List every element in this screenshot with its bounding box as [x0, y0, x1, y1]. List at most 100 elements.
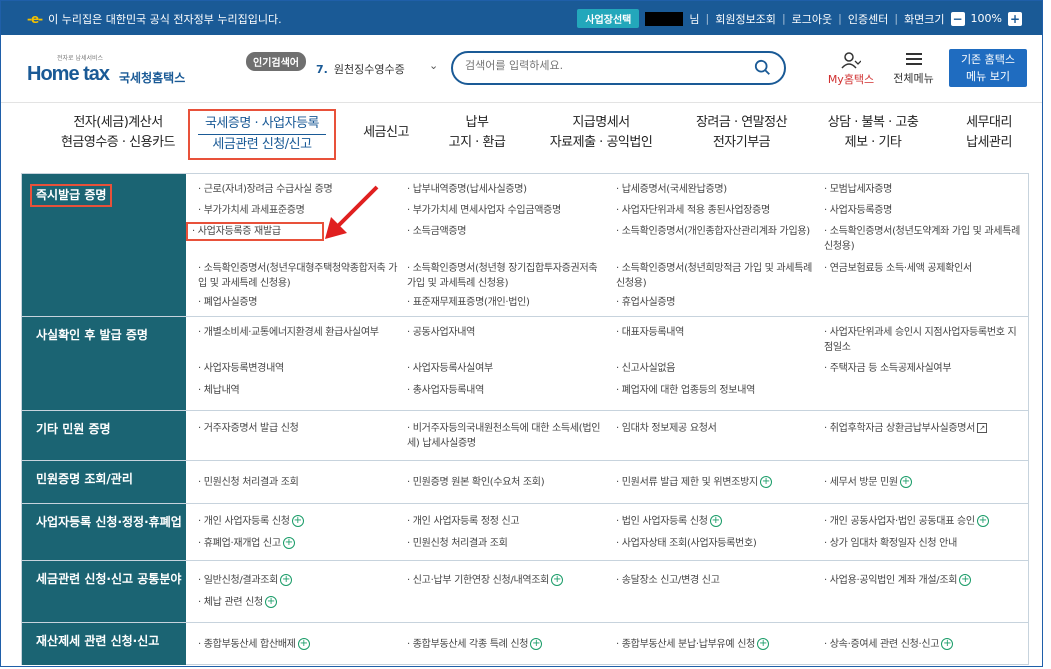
menu-link[interactable]: 소득확인증명서(청년형 장기집합투자증권저축 가입 및 과세특례 신청용)	[407, 261, 607, 291]
all-menu-button[interactable]: 전체메뉴	[886, 51, 941, 86]
menu-link[interactable]: 법인 사업자등록 신청+	[616, 514, 816, 529]
menu-link[interactable]: 종합부동산세 분납·납부유예 신청+	[616, 637, 816, 652]
menu-link[interactable]: 휴업사실증명	[616, 295, 816, 310]
menu-link[interactable]: 송달장소 신고/변경 신고	[616, 573, 816, 588]
menu-link[interactable]: 납세증명서(국세완납증명)	[616, 182, 816, 197]
plus-circle-icon[interactable]: +	[280, 574, 293, 586]
menu-link[interactable]: 신고사실없음	[616, 361, 816, 376]
plus-circle-icon[interactable]: +	[959, 574, 972, 586]
plus-circle-icon[interactable]: +	[757, 638, 770, 650]
menu-link[interactable]: 연금보험료등 소득·세액 공제확인서	[824, 261, 1024, 276]
menu-link[interactable]: 표준재무제표증명(개인·법인)	[407, 295, 607, 310]
menu-link[interactable]: 개별소비세·교통에너지환경세 환급사실여부	[198, 325, 398, 340]
biz-select-button[interactable]: 사업장선택	[577, 9, 640, 28]
menu-link[interactable]: 소득확인증명서(청년도약계좌 가입 및 과세특례 신청용)	[824, 224, 1024, 254]
search-icon[interactable]	[754, 59, 772, 77]
nav-payment[interactable]: 납부 고지 · 환급	[437, 113, 517, 153]
menu-link[interactable]: 대표자등록내역	[616, 325, 816, 340]
menu-link[interactable]: 사업자등록변경내역	[198, 361, 398, 376]
nav-label: 세금신고	[363, 125, 409, 140]
menu-link[interactable]: 폐업사실증명	[198, 295, 398, 310]
divider: |	[838, 12, 842, 25]
menu-link[interactable]: 체납내역	[198, 383, 398, 398]
plus-circle-icon[interactable]: +	[976, 515, 989, 527]
menu-link[interactable]: 세무서 방문 민원+	[824, 475, 1024, 490]
divider: |	[705, 12, 710, 25]
logout-link[interactable]: 로그아웃	[792, 11, 832, 27]
nav-tax-agent[interactable]: 세무대리 납세관리	[949, 113, 1029, 153]
menu-link[interactable]: 상가 임대차 확정일자 신청 안내	[824, 536, 1024, 551]
cert-center-link[interactable]: 인증센터	[848, 11, 888, 27]
menu-link[interactable]: 민원증명 원본 확인(수요처 조회)	[407, 475, 607, 490]
menu-link[interactable]: 사업자단위과세 적용 종된사업장증명	[616, 203, 816, 218]
menu-link[interactable]: 체납 관련 신청+	[198, 595, 398, 610]
zoom-out-button[interactable]: −	[950, 11, 965, 26]
menu-link[interactable]: 비거주자등의국내원천소득에 대한 소득세(법인세) 납세사실증명	[407, 421, 607, 451]
popular-term: 원천징수영수증	[333, 63, 405, 76]
nav-payment-statement[interactable]: 지급명세서 자료제출 · 공익법인	[536, 113, 666, 153]
plus-circle-icon[interactable]: +	[551, 574, 564, 586]
menu-link[interactable]: 소득확인증명서(개인종합자산관리계좌 가입용)	[616, 224, 816, 239]
user-suffix: 님	[689, 12, 700, 26]
menu-link[interactable]: 사업자상태 조회(사업자등록번호)	[616, 536, 816, 551]
my-hometax-button[interactable]: My홈택스	[821, 51, 881, 87]
menu-link[interactable]: 개인 공동사업자·법인 공동대표 승인+	[824, 514, 1028, 529]
menu-link-label: 신고·납부 기한연장 신청/내역조회	[412, 575, 550, 586]
plus-circle-icon[interactable]: +	[297, 638, 310, 650]
popular-search-item[interactable]: 7. 원천징수영수증	[316, 61, 405, 77]
menu-link[interactable]: 주택자금 등 소득공제사실여부	[824, 361, 1024, 376]
user-icon	[841, 52, 861, 69]
hometax-logo[interactable]: 전자로 납세서비스 Home tax 국세청홈택스	[25, 49, 195, 89]
member-info-link[interactable]: 회원정보조회	[715, 11, 776, 27]
nav-tax-filing[interactable]: 세금신고	[351, 123, 421, 143]
menu-link[interactable]: 소득금액증명	[407, 224, 607, 239]
menu-link[interactable]: 일반신청/결과조회+	[198, 573, 398, 588]
plus-circle-icon[interactable]: +	[282, 537, 295, 549]
nav-certificates[interactable]: 국세증명 · 사업자등록 세금관련 신청/신고	[188, 109, 336, 160]
plus-circle-icon[interactable]: +	[759, 476, 772, 488]
header: 전자로 납세서비스 Home tax 국세청홈택스 인기검색어 7. 원천징수영수…	[1, 35, 1042, 103]
menu-link[interactable]: 납부내역증명(납세사실증명)	[407, 182, 607, 197]
search-input[interactable]	[465, 59, 745, 72]
menu-link[interactable]: 사업자단위과세 승인시 지점사업자등록번호 지점일소	[824, 325, 1024, 355]
old-home-line1: 기존 홈택스	[960, 53, 1016, 66]
menu-link[interactable]: 개인 사업자등록 신청+	[198, 514, 398, 529]
menu-link[interactable]: 취업후학자금 상환금납부사실증명서↗	[824, 421, 1024, 436]
chevron-down-icon[interactable]: ⌄	[429, 59, 438, 72]
menu-link[interactable]: 상속·증여세 관련 신청·신고+	[824, 637, 1024, 652]
menu-link[interactable]: 사업용·공익법인 계좌 개설/조회+	[824, 573, 1024, 588]
menu-link[interactable]: 부가가치세 면세사업자 수입금액증명	[407, 203, 607, 218]
plus-circle-icon[interactable]: +	[899, 476, 912, 488]
menu-link[interactable]: 종합부동산세 각종 특례 신청+	[407, 637, 607, 652]
nav-incentive[interactable]: 장려금 · 연말정산 전자기부금	[684, 113, 799, 153]
menu-link[interactable]: 소득확인증명서(청년희망적금 가입 및 과세특례 신청용)	[616, 261, 816, 291]
menu-link[interactable]: 종합부동산세 합산배제+	[198, 637, 398, 652]
menu-link[interactable]: 민원서류 발급 제한 및 위변조방지+	[616, 475, 816, 490]
menu-link[interactable]: 사업자등록증명	[824, 203, 1024, 218]
menu-link[interactable]: 총사업자등록내역	[407, 383, 607, 398]
business-reg-reissue-link[interactable]: 사업자등록증 재발급	[186, 222, 324, 241]
nav-e-invoice[interactable]: 전자(세금)계산서 현금영수증 · 신용카드	[53, 113, 183, 153]
menu-link[interactable]: 임대차 정보제공 요청서	[616, 421, 816, 436]
menu-link[interactable]: 민원신청 처리결과 조회	[407, 536, 607, 551]
logo-tagline: 전자로 납세서비스	[57, 55, 104, 62]
plus-circle-icon[interactable]: +	[709, 515, 722, 527]
menu-link[interactable]: 폐업자에 대한 업종등의 정보내역	[616, 383, 816, 398]
menu-link[interactable]: 거주자증명서 발급 신청	[198, 421, 398, 436]
menu-link[interactable]: 민원신청 처리결과 조회	[198, 475, 398, 490]
plus-circle-icon[interactable]: +	[530, 638, 543, 650]
menu-link[interactable]: 개인 사업자등록 정정 신고	[407, 514, 607, 529]
zoom-in-button[interactable]: +	[1008, 11, 1022, 26]
menu-link-label: 법인 사업자등록 신청	[621, 516, 708, 527]
old-home-button[interactable]: 기존 홈택스 메뉴 보기	[949, 49, 1027, 87]
plus-circle-icon[interactable]: +	[291, 515, 304, 527]
nav-consult[interactable]: 상담 · 불복 · 고충 제보 · 기타	[813, 113, 933, 153]
menu-link[interactable]: 소득확인증명서(청년우대형주택청약종합저축 가입 및 과세특례 신청용)	[198, 261, 398, 291]
menu-link[interactable]: 사업자등록사실여부	[407, 361, 607, 376]
menu-link[interactable]: 휴폐업·재개업 신고+	[198, 536, 398, 551]
menu-link[interactable]: 공동사업자내역	[407, 325, 607, 340]
plus-circle-icon[interactable]: +	[941, 638, 954, 650]
menu-link[interactable]: 신고·납부 기한연장 신청/내역조회+	[407, 573, 607, 588]
plus-circle-icon[interactable]: +	[264, 596, 277, 608]
menu-link[interactable]: 모범납세자증명	[824, 182, 1024, 197]
